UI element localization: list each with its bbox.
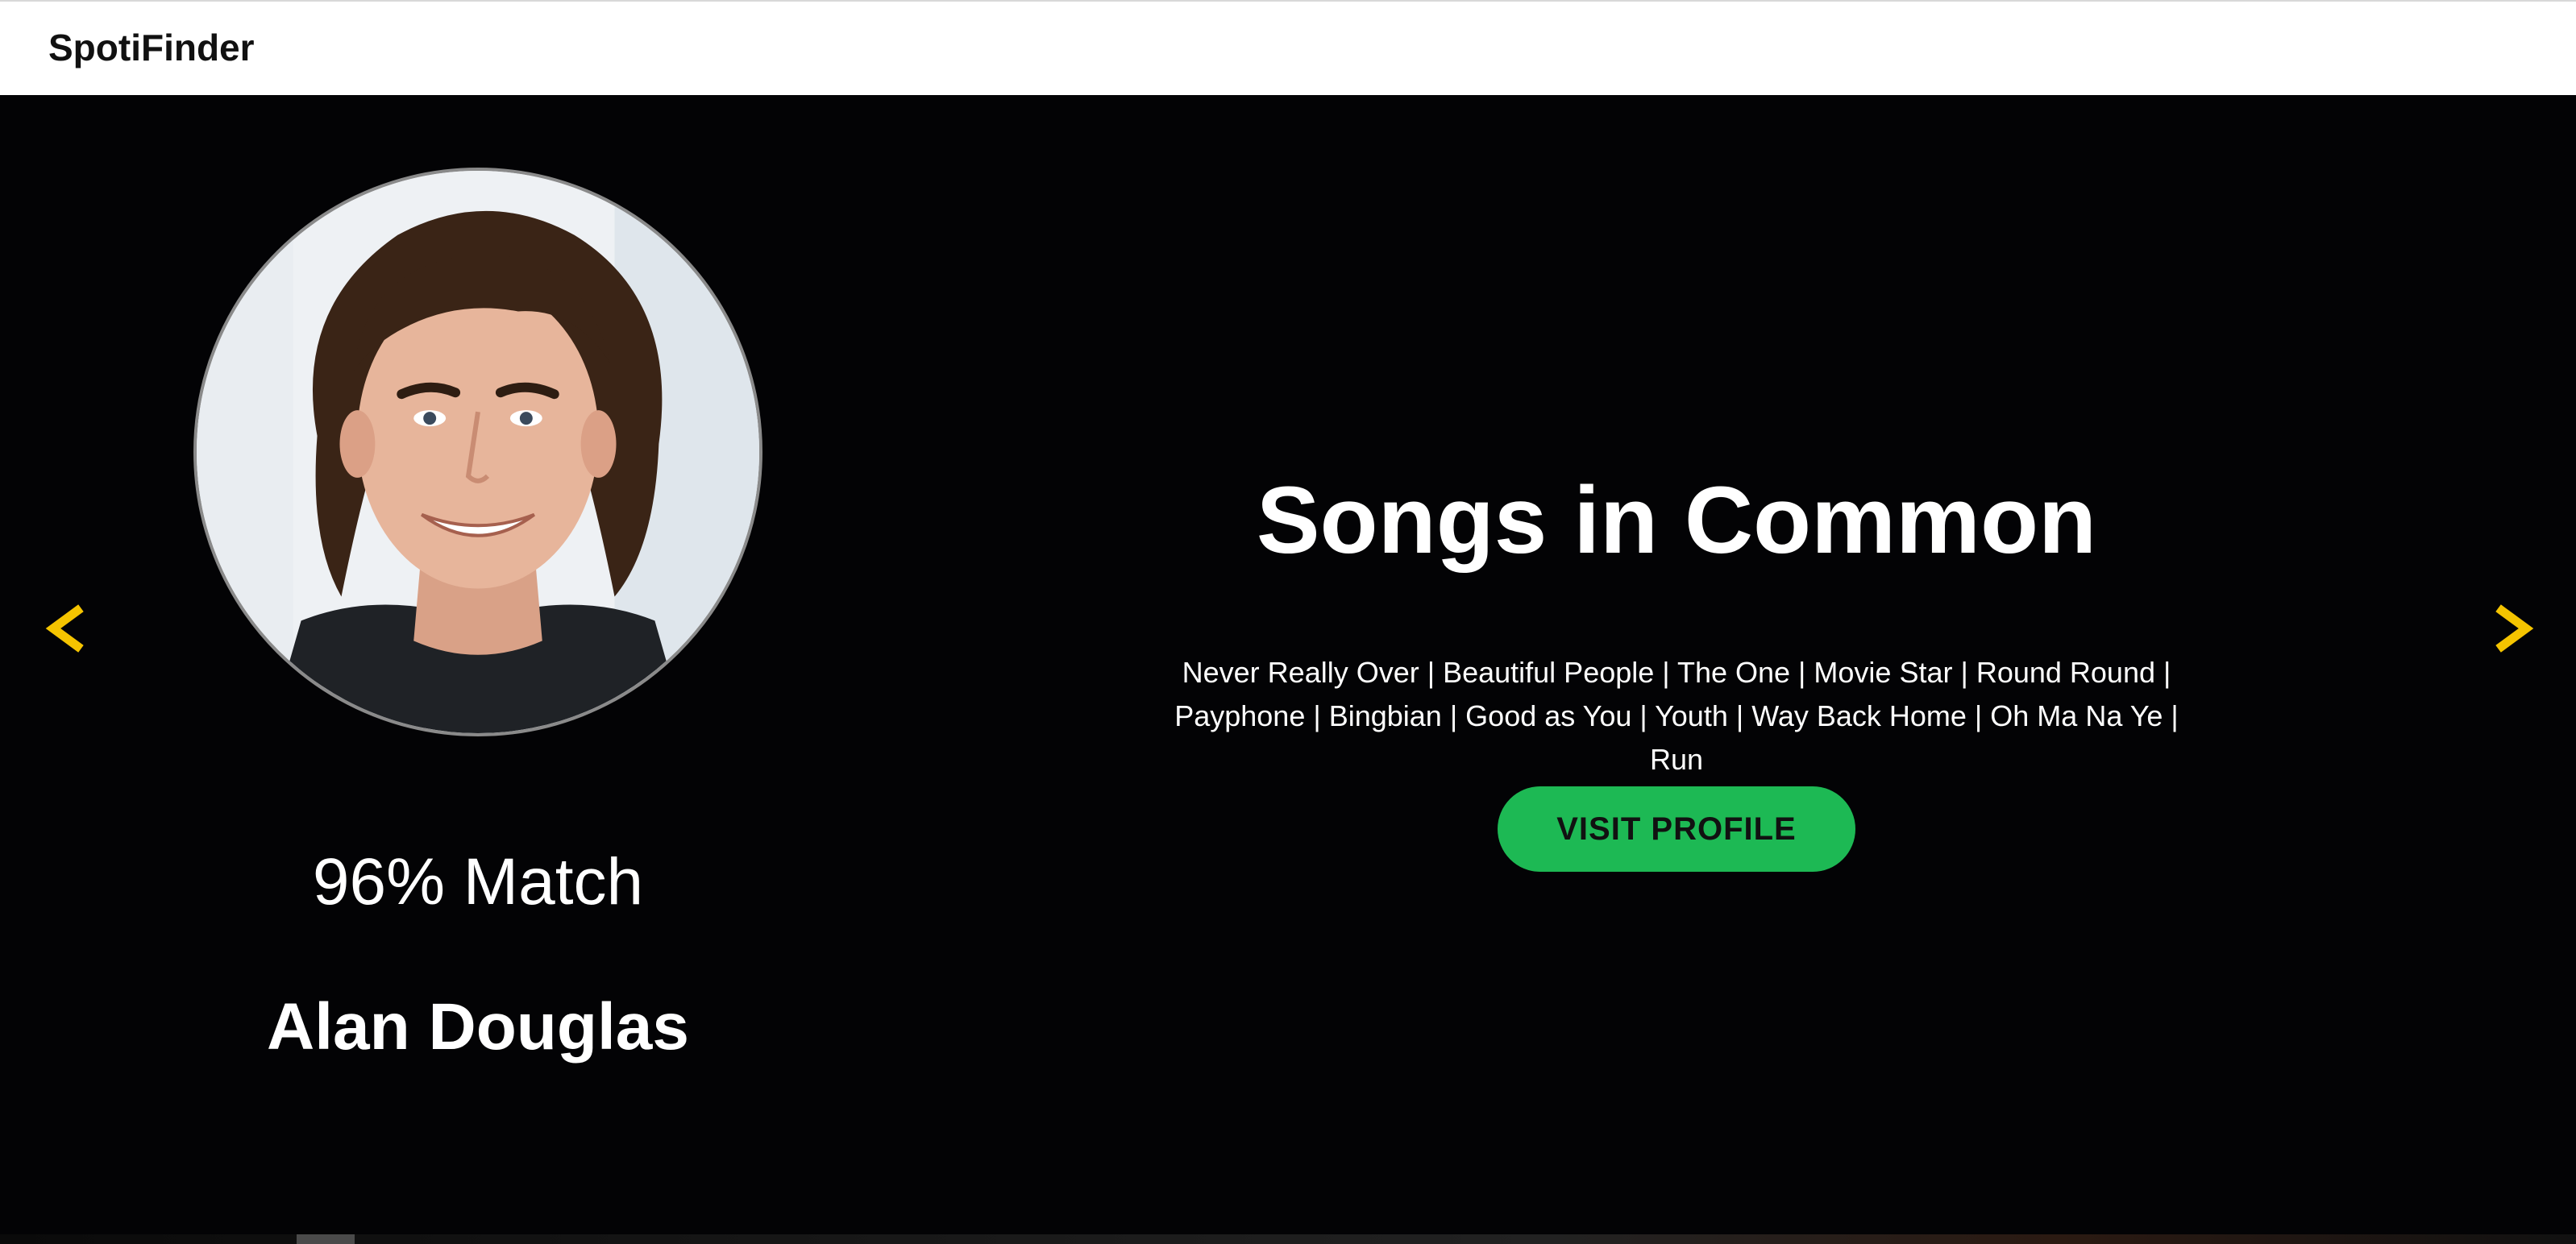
songs-in-common-list: Never Really Over | Beautiful People | T…: [1145, 651, 2208, 782]
carousel-prev-button[interactable]: [32, 588, 97, 669]
visit-profile-button[interactable]: VISIT PROFILE: [1498, 786, 1855, 872]
songs-in-common-title: Songs in Common: [1256, 467, 2097, 574]
songs-list-line: Never Really Over | Beautiful People | T…: [1182, 656, 2171, 689]
match-percentage: 96% Match: [312, 845, 644, 918]
profile-avatar: [193, 168, 762, 736]
profile-photo: [197, 171, 759, 733]
brand-logo[interactable]: SpotiFinder: [48, 26, 255, 69]
chevron-left-icon: [45, 604, 84, 653]
top-bar: SpotiFinder: [0, 0, 2576, 95]
profile-name: Alan Douglas: [267, 990, 689, 1064]
songs-list-line: Payphone | Bingbian | Good as You | Yout…: [1174, 699, 2179, 776]
chevron-right-icon: [2495, 604, 2534, 653]
match-carousel: 96% Match Alan Douglas Songs in Common N…: [0, 95, 2576, 1244]
bottom-edge-strip: [0, 1234, 2576, 1244]
carousel-next-button[interactable]: [2483, 588, 2547, 669]
bottom-scroll-handle[interactable]: [297, 1234, 355, 1244]
